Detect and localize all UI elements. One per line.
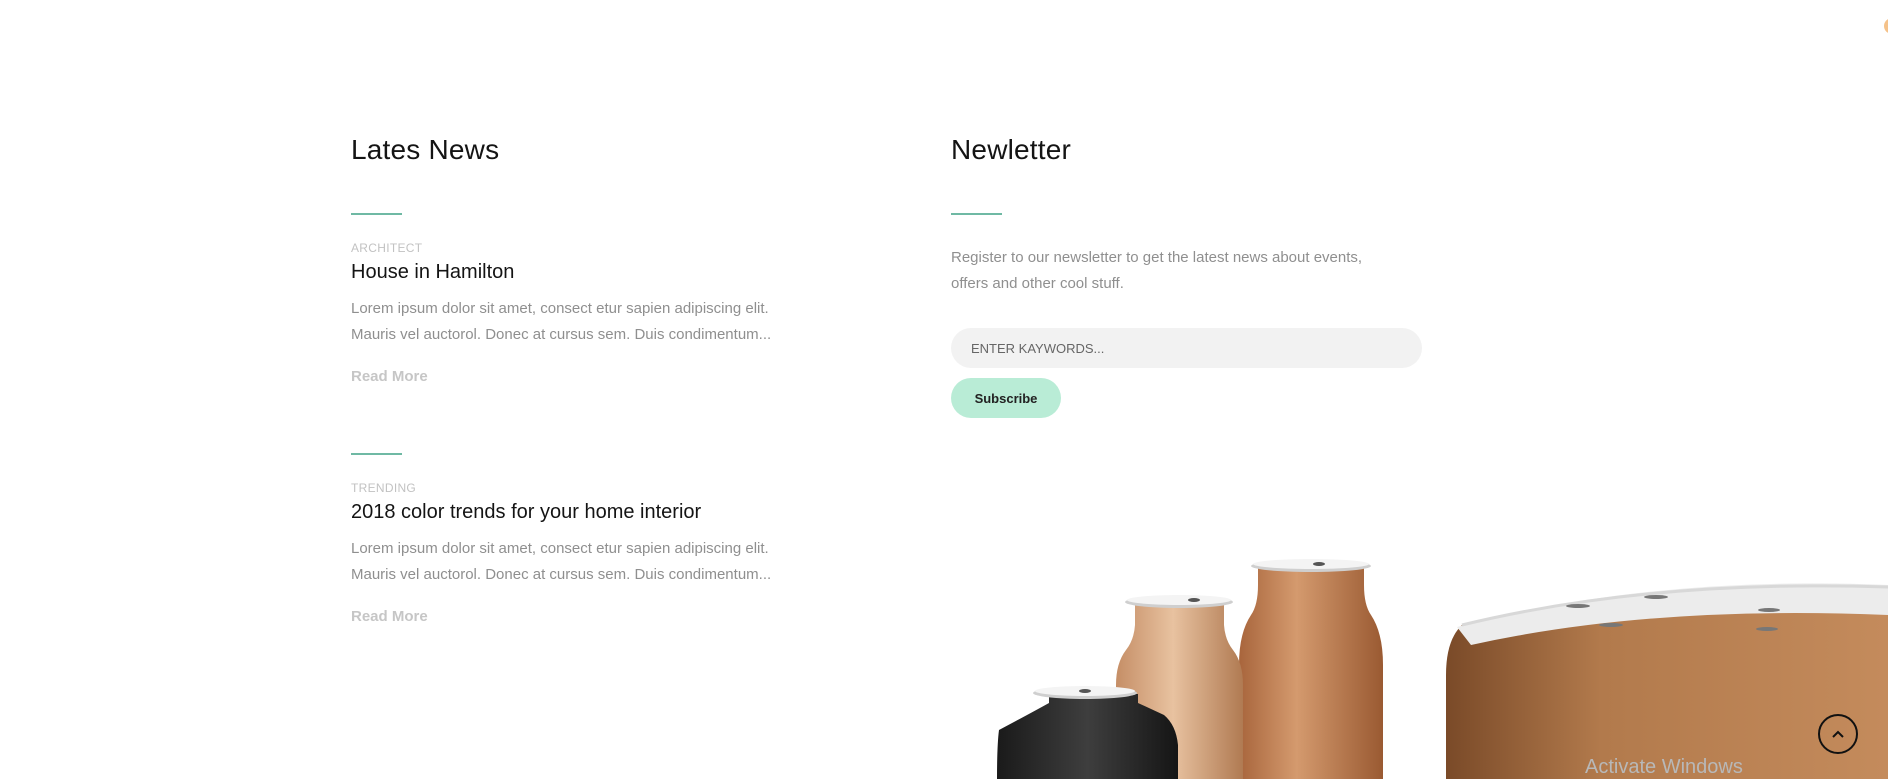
newsletter-description: Register to our newsletter to get the la…	[951, 245, 1411, 297]
read-more-link[interactable]: Read More	[351, 608, 428, 625]
post-title[interactable]: House in Hamilton	[351, 261, 831, 284]
section-divider	[351, 213, 402, 215]
chevron-up-icon	[1832, 730, 1844, 738]
post-excerpt-line: Lorem ipsum dolor sit amet, consect etur…	[351, 300, 769, 317]
post-excerpt: Lorem ipsum dolor sit amet, consect etur…	[351, 536, 831, 588]
news-post: TRENDING 2018 color trends for your home…	[351, 481, 831, 626]
post-category: ARCHITECT	[351, 241, 423, 255]
newsletter-title: Newletter	[951, 134, 1072, 165]
scroll-to-top-button[interactable]	[1818, 714, 1858, 754]
post-excerpt: Lorem ipsum dolor sit amet, consect etur…	[351, 296, 831, 348]
post-excerpt-line: Mauris vel auctorol. Donec at cursus sem…	[351, 566, 772, 583]
activate-windows-watermark: Activate Windows	[1585, 756, 1743, 778]
newsletter-description-line: offers and other cool stuff.	[951, 275, 1124, 292]
newsletter-email-input[interactable]	[951, 328, 1422, 368]
subscribe-button[interactable]: Subscribe	[951, 378, 1061, 418]
post-title[interactable]: 2018 color trends for your home interior	[351, 501, 831, 524]
latest-news-title: Lates News	[351, 134, 500, 165]
news-post: ARCHITECT House in Hamilton Lorem ipsum …	[351, 241, 831, 386]
floating-widget-dot[interactable]	[1884, 18, 1888, 34]
section-divider	[951, 213, 1002, 215]
post-excerpt-line: Mauris vel auctorol. Donec at cursus sem…	[351, 326, 772, 343]
post-excerpt-line: Lorem ipsum dolor sit amet, consect etur…	[351, 540, 769, 557]
vases-image	[997, 559, 1888, 779]
read-more-link[interactable]: Read More	[351, 368, 428, 385]
post-divider	[351, 453, 402, 455]
newsletter-description-line: Register to our newsletter to get the la…	[951, 249, 1363, 266]
post-category: TRENDING	[351, 481, 417, 495]
